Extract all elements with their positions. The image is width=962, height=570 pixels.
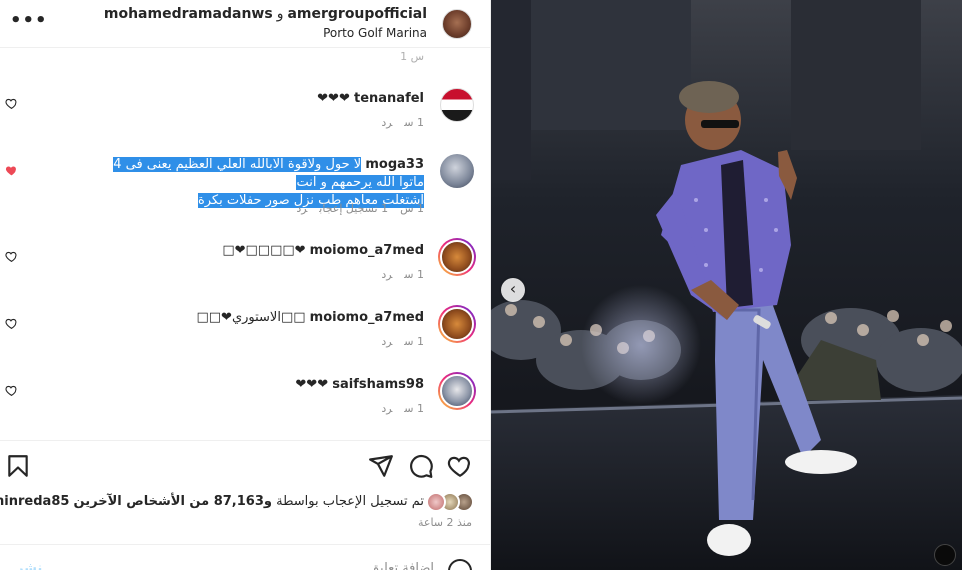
post-comment-button[interactable]: نشر: [16, 561, 42, 570]
comment-text-line: moiomo_a7med ❤□□□□❤□: [222, 242, 424, 260]
comment-text: □□الاستوري❤□□: [196, 310, 306, 325]
comment-text-line: saifshams98 ❤❤❤: [295, 376, 424, 394]
emoji-icon[interactable]: [448, 559, 472, 570]
comment-icon[interactable]: [408, 453, 434, 479]
share-icon[interactable]: [368, 453, 394, 479]
commenter-avatar[interactable]: [438, 305, 476, 343]
sound-icon[interactable]: [934, 544, 956, 566]
post-header: ••• mohamedramadanws و amergroupofficial P…: [0, 0, 490, 48]
liker-username[interactable]: yasminreda85: [0, 494, 69, 509]
commenter-avatar[interactable]: [438, 238, 476, 276]
comment-meta: 1 س رد: [369, 116, 424, 129]
reply-button[interactable]: رد: [381, 116, 392, 129]
comment-item: moiomo_a7med ❤□□□□❤□ 1 س رد: [0, 236, 490, 286]
heart-icon[interactable]: [447, 453, 473, 479]
comment-time: 1 س: [404, 268, 424, 281]
liker-avatar[interactable]: [426, 492, 446, 512]
comment-text: ❤❤❤: [295, 377, 329, 392]
likes-text: تم تسجيل الإعجاب بواسطة yasminreda85 و87…: [0, 494, 424, 509]
reply-button[interactable]: رد: [296, 202, 307, 215]
add-comment-bar: إضافة تعليق... نشر: [0, 544, 490, 570]
bookmark-icon[interactable]: [5, 453, 31, 479]
commenter-username[interactable]: saifshams98: [332, 377, 424, 392]
reply-button[interactable]: رد: [381, 268, 392, 281]
heart-icon[interactable]: [5, 317, 18, 330]
comment-time: 1 س: [404, 335, 424, 348]
commenter-avatar[interactable]: [440, 88, 474, 122]
concert-photo: [491, 0, 962, 570]
post-time[interactable]: منذ 2 ساعة: [418, 516, 472, 529]
comment-item: moiomo_a7med □□الاستوري❤□□ 1 س رد: [0, 303, 490, 353]
heart-icon[interactable]: [5, 250, 18, 263]
post-panel: ••• mohamedramadanws و amergroupofficial P…: [0, 0, 491, 570]
post-actions-bar: [0, 440, 490, 488]
comment-item: saifshams98 ❤❤❤ 1 س رد: [0, 370, 490, 420]
post-photo[interactable]: ‹: [491, 0, 962, 570]
liked-heart-icon[interactable]: [5, 164, 18, 177]
reply-button[interactable]: رد: [381, 335, 392, 348]
partial-comment-time: 1 س: [400, 50, 424, 63]
commenter-username[interactable]: moga33: [365, 157, 424, 172]
comment-input[interactable]: إضافة تعليق...: [357, 561, 434, 570]
comment-text-line: tenanafel ❤❤❤: [317, 90, 424, 108]
comment-item: moga33 لا حول ولاقوة الابالله العلي العظ…: [0, 152, 490, 222]
likes-summary: تم تسجيل الإعجاب بواسطة yasminreda85 و87…: [0, 492, 490, 514]
comment-meta: 1 س رد: [369, 402, 424, 415]
liker-avatars: [426, 492, 474, 512]
commenter-username[interactable]: moiomo_a7med: [310, 310, 424, 325]
comment-meta: 1 س 1 تسجيل إعجاب رد: [284, 202, 424, 215]
more-options-button[interactable]: •••: [10, 10, 48, 31]
comment-meta: 1 س رد: [369, 335, 424, 348]
author-link-1[interactable]: mohamedramadanws: [104, 6, 273, 22]
heart-icon[interactable]: [5, 384, 18, 397]
likes-prefix: تم تسجيل الإعجاب بواسطة: [276, 494, 424, 509]
comment-text: ❤❤❤: [317, 91, 350, 106]
post-authors: mohamedramadanws و amergroupofficial: [104, 6, 427, 22]
comment-text: ❤□□□□❤□: [222, 243, 306, 258]
chevron-left-icon[interactable]: ‹: [501, 278, 525, 302]
comment-likes-count[interactable]: 1 تسجيل إعجاب: [319, 202, 388, 215]
heart-icon[interactable]: [5, 97, 18, 110]
likes-others[interactable]: و87,163 من الأشخاص الآخرين: [74, 494, 272, 509]
comment-time: 1 س: [404, 116, 424, 129]
reply-button[interactable]: رد: [381, 402, 392, 415]
comment-time: 1 س: [400, 202, 424, 215]
comment-item: tenanafel ❤❤❤ 1 س رد: [0, 86, 490, 136]
author-avatar[interactable]: [442, 9, 472, 39]
comment-text-line: moiomo_a7med □□الاستوري❤□□: [196, 309, 424, 327]
commenter-avatar[interactable]: [440, 154, 474, 188]
author-link-2[interactable]: amergroupofficial: [287, 6, 427, 22]
comment-time: 1 س: [404, 402, 424, 415]
commenter-username[interactable]: tenanafel: [354, 91, 424, 106]
commenter-username[interactable]: moiomo_a7med: [310, 243, 424, 258]
authors-conjunction: و: [276, 6, 284, 22]
location-link[interactable]: Porto Golf Marina: [323, 26, 427, 40]
commenter-avatar[interactable]: [438, 372, 476, 410]
comment-meta: 1 س رد: [369, 268, 424, 281]
